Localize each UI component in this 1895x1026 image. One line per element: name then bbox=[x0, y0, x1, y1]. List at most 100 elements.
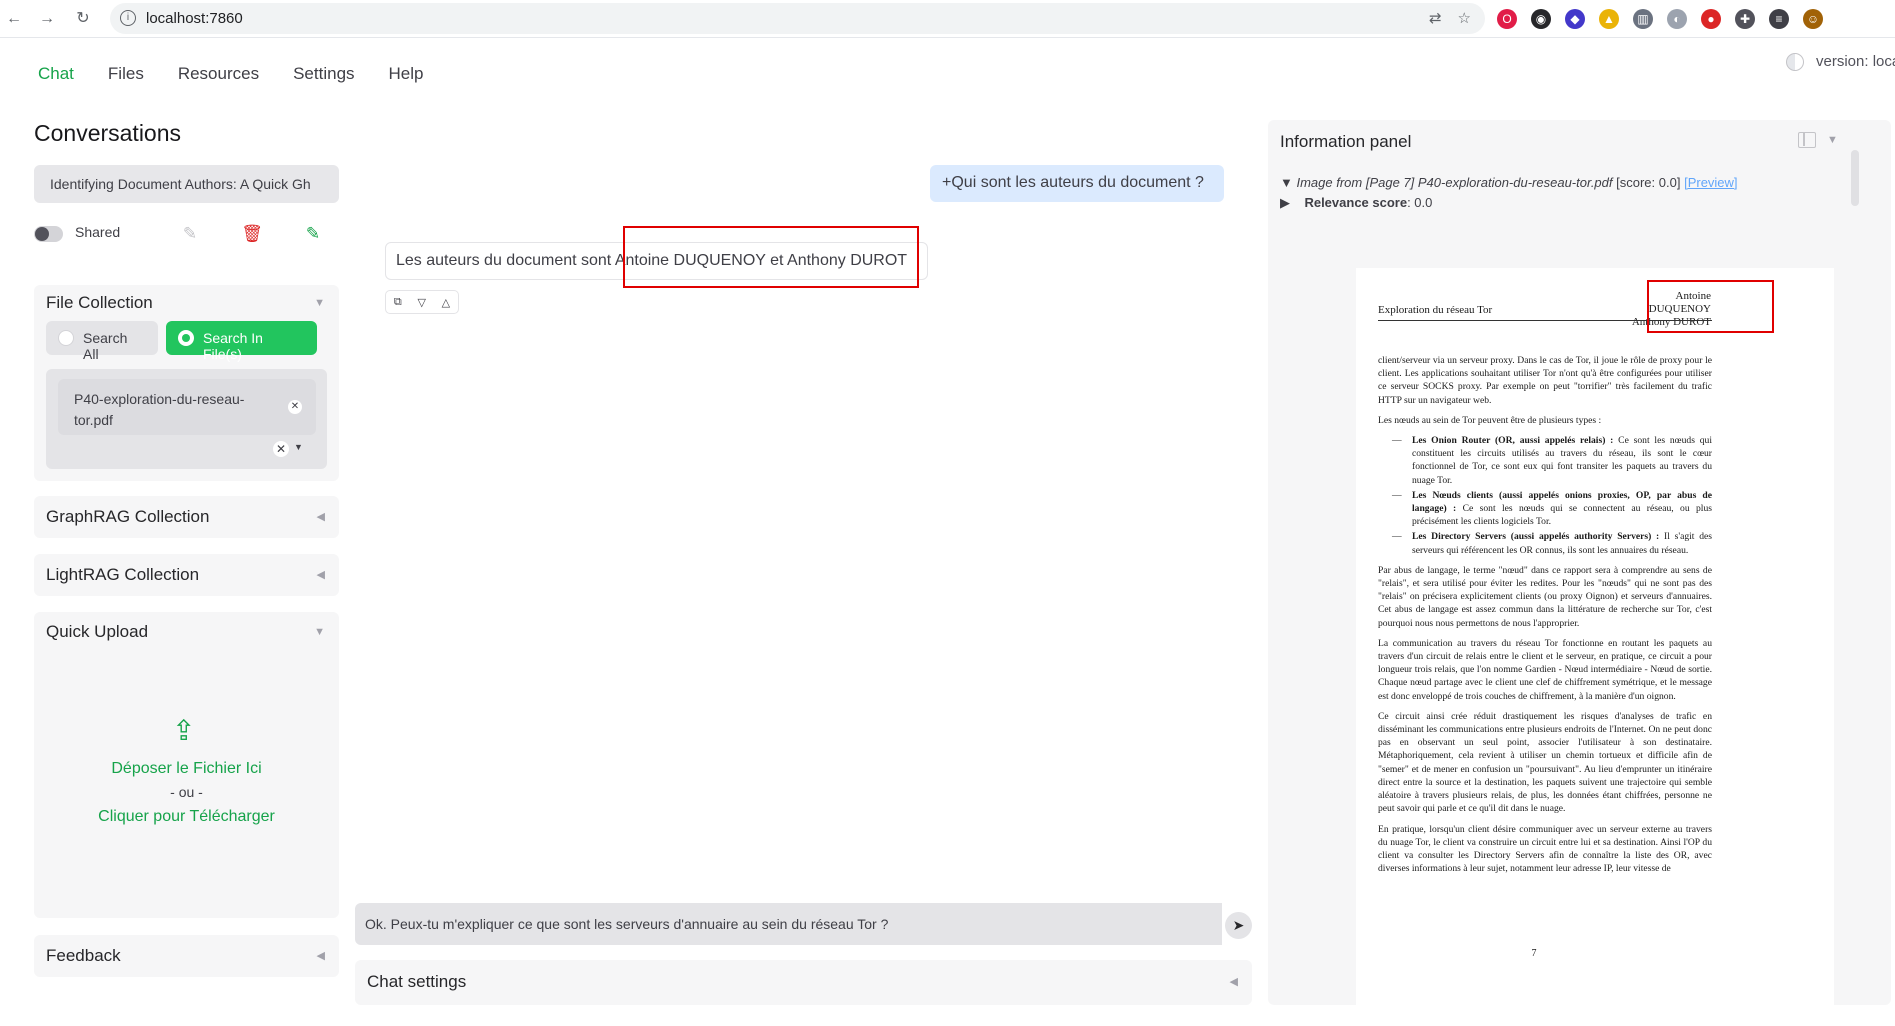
pdf-paragraph: client/serveur via un serveur proxy. Dan… bbox=[1378, 355, 1712, 406]
file-collection-title[interactable]: File Collection bbox=[46, 293, 153, 313]
chat-input[interactable]: Ok. Peux-tu m'expliquer ce que sont les … bbox=[355, 903, 1222, 945]
tab-chat[interactable]: Chat bbox=[38, 64, 74, 84]
extension-pokeball-icon[interactable]: ● bbox=[1701, 9, 1721, 29]
extension-badge-icon[interactable]: ◆ bbox=[1565, 9, 1585, 29]
remove-file-icon[interactable]: ✕ bbox=[288, 400, 302, 414]
pdf-paragraph: Par abus de langage, le terme "nœud" dan… bbox=[1378, 564, 1712, 629]
quick-upload-title[interactable]: Quick Upload bbox=[46, 622, 148, 642]
upload-dropzone[interactable]: ⇪ Déposer le Fichier Ici - ou - Cliquer … bbox=[34, 652, 339, 912]
pdf-running-header: Exploration du réseau Tor bbox=[1378, 304, 1493, 316]
scrollbar[interactable] bbox=[1851, 150, 1859, 206]
lightrag-collection-title[interactable]: LightRAG Collection bbox=[46, 565, 199, 585]
collapse-caret-icon[interactable]: ▼ bbox=[314, 626, 325, 638]
dropdown-caret-icon[interactable]: ▼ bbox=[294, 442, 303, 452]
send-icon[interactable]: ➤ bbox=[1225, 912, 1252, 939]
pdf-highlight-annotation-box bbox=[1647, 280, 1774, 333]
shared-toggle[interactable] bbox=[34, 226, 63, 242]
collapse-caret-icon[interactable]: ▼ bbox=[1827, 134, 1838, 146]
conversation-select[interactable]: Identifying Document Authors: A Quick Gh bbox=[34, 165, 339, 203]
chat-settings-panel[interactable]: Chat settings ◀ bbox=[355, 960, 1252, 1005]
version-label: version: loca bbox=[1816, 53, 1895, 70]
file-name-line2: tor.pdf bbox=[74, 412, 113, 428]
chat-settings-title[interactable]: Chat settings bbox=[367, 972, 466, 992]
collapse-caret-icon[interactable]: ▼ bbox=[314, 297, 325, 309]
tab-settings[interactable]: Settings bbox=[293, 64, 354, 84]
file-name-line1: P40-exploration-du-reseau- bbox=[74, 391, 245, 407]
thumbs-down-icon[interactable]: ▽ bbox=[417, 296, 425, 309]
preview-link[interactable]: [Preview] bbox=[1684, 175, 1737, 190]
disclosure-open-icon[interactable]: ▼ bbox=[1280, 175, 1296, 190]
click-upload-text: Cliquer pour Télécharger bbox=[98, 808, 275, 825]
tab-help[interactable]: Help bbox=[389, 64, 424, 84]
information-panel: Information panel ▼ ▼ Image from [Page 7… bbox=[1268, 120, 1891, 1005]
new-conversation-icon[interactable]: ✎ bbox=[301, 222, 325, 246]
pdf-list-item: Les Nœuds clients (aussi appelés onions … bbox=[1378, 489, 1712, 529]
translate-icon[interactable]: ⇄ bbox=[1429, 9, 1442, 27]
pdf-list-item-text: Ce sont les nœuds qui se connectent au r… bbox=[1412, 503, 1712, 528]
file-multiselect[interactable]: P40-exploration-du-reseau- tor.pdf ✕ ✕ ▼ bbox=[46, 369, 327, 469]
extension-opera-icon[interactable]: O bbox=[1497, 9, 1517, 29]
pdf-list-item-bold: Les Directory Servers (aussi appelés aut… bbox=[1412, 531, 1660, 543]
radio-checked-icon bbox=[178, 330, 194, 346]
delete-trash-icon[interactable]: 🗑 bbox=[240, 222, 264, 246]
pdf-list-item-bold: Les Onion Router (OR, aussi appelés rela… bbox=[1412, 435, 1614, 447]
expand-caret-icon[interactable]: ◀ bbox=[1230, 975, 1238, 988]
pdf-page-number: 7 bbox=[1531, 948, 1537, 959]
extensions-puzzle-icon[interactable]: ✚ bbox=[1735, 9, 1755, 29]
sidebar-toggle-icon[interactable] bbox=[1798, 132, 1816, 148]
upload-icon: ⇪ bbox=[172, 715, 196, 746]
tab-resources[interactable]: Resources bbox=[178, 64, 259, 84]
pdf-paragraph: La communication au travers du réseau To… bbox=[1378, 637, 1712, 702]
score-text: [score: 0.0] bbox=[1616, 175, 1681, 190]
thumbs-up-icon[interactable]: △ bbox=[442, 296, 450, 309]
relevance-value: : 0.0 bbox=[1407, 195, 1433, 210]
search-all-radio[interactable]: Search All bbox=[46, 321, 158, 362]
rename-pencil-icon[interactable]: ✎ bbox=[178, 222, 202, 246]
theme-toggle-icon[interactable] bbox=[1786, 53, 1804, 71]
expand-caret-icon[interactable]: ◀ bbox=[317, 568, 325, 581]
reading-list-icon[interactable]: ≡ bbox=[1769, 9, 1789, 29]
relevance-label: Relevance score bbox=[1304, 195, 1408, 210]
bot-message-prefix: Les auteurs du document sont bbox=[396, 252, 615, 269]
reload-icon[interactable]: ↻ bbox=[72, 8, 94, 30]
tab-files[interactable]: Files bbox=[108, 64, 144, 84]
shared-label: Shared bbox=[75, 224, 121, 240]
image-source-line[interactable]: ▼ Image from [Page 7] P40-exploration-du… bbox=[1280, 175, 1738, 190]
main-tabs: Chat Files Resources Settings Help bbox=[38, 64, 424, 84]
forward-icon[interactable]: → bbox=[36, 8, 58, 30]
feedback-title[interactable]: Feedback bbox=[46, 946, 121, 966]
conversations-title: Conversations bbox=[34, 120, 182, 146]
disclosure-closed-icon[interactable]: ▶ bbox=[1280, 195, 1294, 210]
message-actions: ⧉ ▽ △ bbox=[385, 290, 459, 314]
address-bar[interactable]: i localhost:7860 ⇄ ☆ bbox=[110, 3, 1485, 34]
file-collection-panel: File Collection ▼ Search All Search In F… bbox=[34, 285, 339, 481]
feedback-panel[interactable]: Feedback ◀ bbox=[34, 935, 339, 977]
expand-caret-icon[interactable]: ◀ bbox=[317, 949, 325, 962]
radio-unchecked-icon bbox=[58, 330, 74, 346]
relevance-line[interactable]: ▶ Relevance score: 0.0 bbox=[1280, 195, 1432, 211]
clear-selection-icon[interactable]: ✕ bbox=[273, 441, 289, 457]
graphrag-collection-title[interactable]: GraphRAG Collection bbox=[46, 507, 209, 527]
site-info-icon[interactable]: i bbox=[120, 10, 136, 26]
copy-icon[interactable]: ⧉ bbox=[394, 296, 402, 309]
information-panel-title: Information panel bbox=[1280, 132, 1412, 151]
bookmark-star-icon[interactable]: ☆ bbox=[1458, 9, 1471, 27]
search-in-files-radio[interactable]: Search In File(s) bbox=[166, 321, 317, 362]
pdf-paragraph: En pratique, lorsqu'un client désire com… bbox=[1378, 823, 1712, 875]
graphrag-collection-panel[interactable]: GraphRAG Collection ◀ bbox=[34, 496, 339, 538]
drop-file-text: Déposer le Fichier Ici bbox=[111, 760, 262, 777]
pdf-list-item: Les Directory Servers (aussi appelés aut… bbox=[1378, 530, 1712, 556]
lightrag-collection-panel[interactable]: LightRAG Collection ◀ bbox=[34, 554, 339, 596]
search-in-files-label: Search In File(s) bbox=[203, 330, 263, 362]
extension-mask-icon[interactable]: ◉ bbox=[1531, 9, 1551, 29]
extension-gauge-icon[interactable]: ◐ bbox=[1667, 9, 1687, 29]
pdf-page-preview: Exploration du réseau Tor Antoine DUQUEN… bbox=[1356, 268, 1834, 1005]
back-icon[interactable]: ← bbox=[3, 8, 25, 30]
profile-avatar-icon[interactable]: ☺ bbox=[1803, 9, 1823, 29]
browser-toolbar: ← → ↻ i localhost:7860 ⇄ ☆ O ◉ ◆ ▲ ▥ ◐ ●… bbox=[0, 0, 1895, 38]
extension-lock-icon[interactable]: ▲ bbox=[1599, 9, 1619, 29]
extension-building-icon[interactable]: ▥ bbox=[1633, 9, 1653, 29]
conversation-select-value: Identifying Document Authors: A Quick Gh bbox=[50, 176, 311, 192]
url-text[interactable]: localhost:7860 bbox=[146, 10, 243, 27]
expand-caret-icon[interactable]: ◀ bbox=[317, 510, 325, 523]
